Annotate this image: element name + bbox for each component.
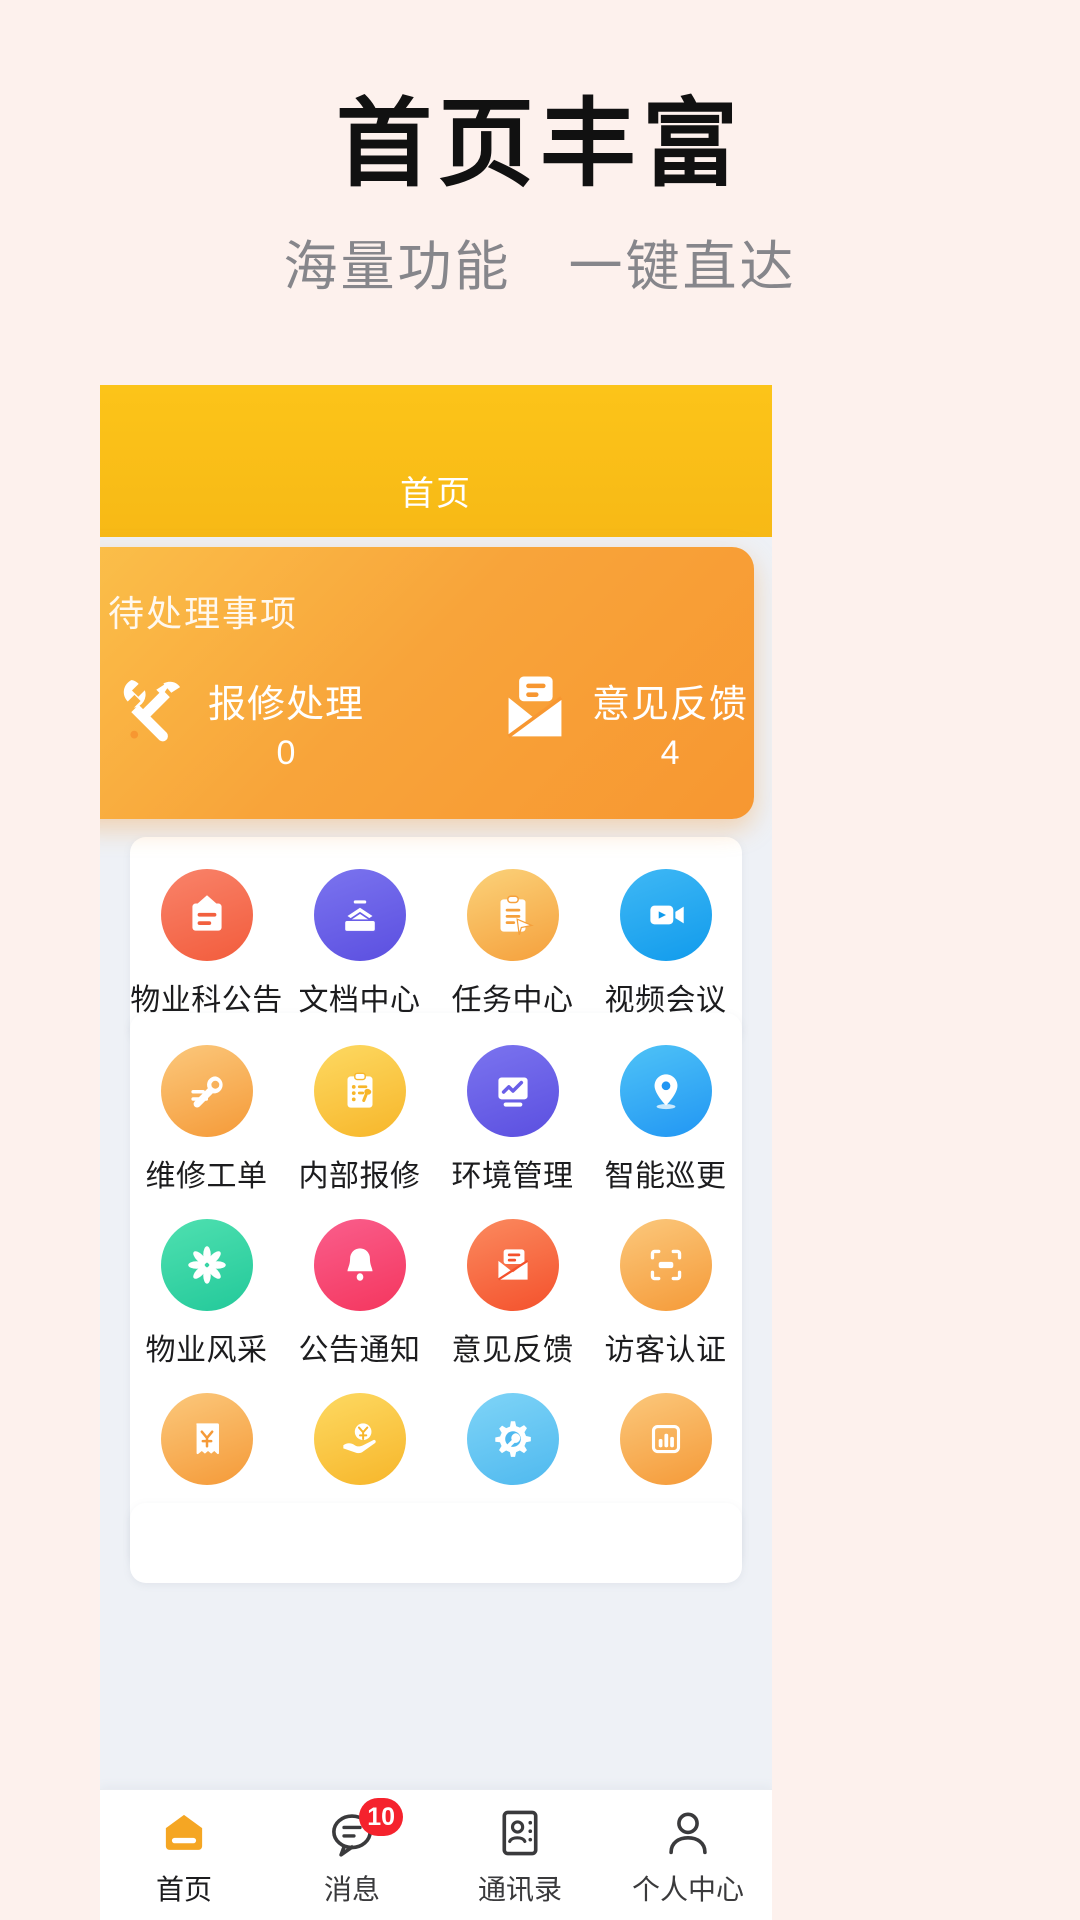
- grid-item-label: 意见反馈: [451, 1334, 574, 1367]
- gear-wrench-icon: [466, 1393, 559, 1485]
- video-camera-icon: [619, 869, 712, 961]
- page-title: 首页丰富: [336, 91, 744, 198]
- tab-contacts[interactable]: 通讯录: [436, 1790, 604, 1920]
- bottom-tab-bar: 首页 10 消息 通讯录 个人中心: [100, 1789, 772, 1920]
- grid-item-feedback[interactable]: 意见反馈: [436, 1205, 589, 1379]
- grid-row: 物业科公告 文档中心 任务中心 视频会议: [130, 855, 742, 1029]
- grid-item-video-meeting[interactable]: 视频会议: [589, 855, 742, 1029]
- location-pin-icon: [619, 1045, 712, 1137]
- app-header: 首页: [100, 385, 772, 537]
- scan-card-icon: [619, 1219, 712, 1311]
- pending-items-card[interactable]: 待处理事项 报修处理 0 意见反馈 4: [100, 547, 754, 819]
- grid-item-documents[interactable]: 文档中心: [283, 855, 436, 1029]
- tab-label: 个人中心: [631, 1873, 744, 1905]
- tab-messages[interactable]: 10 消息: [268, 1790, 436, 1920]
- pending-card-title: 待处理事项: [108, 593, 299, 634]
- clipboard-tool-icon: [313, 1045, 406, 1137]
- tab-label: 通讯录: [477, 1873, 562, 1905]
- document-tray-icon: [313, 869, 406, 961]
- bell-icon: [313, 1219, 406, 1311]
- tab-label: 消息: [323, 1873, 380, 1905]
- pending-item-text: 报修处理 0: [208, 673, 364, 773]
- grid-item-notice[interactable]: 公告通知: [283, 1205, 436, 1379]
- grid-item-patrol[interactable]: 智能巡更: [589, 1031, 742, 1205]
- mail-open-icon: [466, 1219, 559, 1311]
- grid-row: 维修工单 内部报修 环境管理 智能巡更: [130, 1031, 742, 1205]
- hand-coin-icon: [313, 1393, 406, 1485]
- grid-item-label: 内部报修: [298, 1160, 421, 1193]
- grid-item-internal-repair[interactable]: 内部报修: [283, 1031, 436, 1205]
- next-section-card: [130, 1503, 742, 1583]
- wrench-order-icon: [160, 1045, 253, 1137]
- app-header-title: 首页: [400, 475, 472, 513]
- grid-item-announcement[interactable]: 物业科公告: [130, 855, 283, 1029]
- grid-item-label: 公告通知: [298, 1334, 421, 1367]
- phone-mockup: 首页 物业科公告 文档中心 任务中心 视频会议 维修工单 内部报修 环境管理 智…: [100, 385, 772, 1920]
- grid-item-label: 物业风采: [145, 1334, 268, 1367]
- person-icon: [659, 1804, 717, 1862]
- grid-item-label: 智能巡更: [604, 1160, 727, 1193]
- pending-item-text: 意见反馈 4: [592, 673, 748, 773]
- promo-header: 首页丰富 海量功能 一键直达: [0, 0, 1080, 297]
- tab-label: 首页: [155, 1873, 212, 1905]
- tab-home[interactable]: 首页: [100, 1790, 268, 1920]
- pending-item-label: 意见反馈: [592, 684, 749, 726]
- announcement-board-icon: [160, 869, 253, 961]
- message-icon-wrap: 10: [323, 1797, 403, 1862]
- pending-item-count: 0: [276, 734, 296, 772]
- monitor-chart-icon: [466, 1045, 559, 1137]
- grid-row: 物业风采 公告通知 意见反馈 访客认证: [130, 1205, 742, 1379]
- envelope-message-icon: [492, 673, 578, 747]
- wrench-hammer-icon: [108, 673, 194, 747]
- task-clipboard-icon: [466, 869, 559, 961]
- grid-item-label: 环境管理: [451, 1160, 574, 1193]
- tab-profile[interactable]: 个人中心: [604, 1790, 772, 1920]
- grid-item-visitor-auth[interactable]: 访客认证: [589, 1205, 742, 1379]
- pending-item-repair[interactable]: 报修处理 0: [108, 673, 364, 773]
- grid-item-tasks[interactable]: 任务中心: [436, 855, 589, 1029]
- page-subtitle: 海量功能 一键直达: [283, 236, 797, 297]
- pending-item-label: 报修处理: [208, 684, 365, 726]
- grid-item-repair-order[interactable]: 维修工单: [130, 1031, 283, 1205]
- contacts-icon: [491, 1804, 549, 1862]
- function-grid-card: 维修工单 内部报修 环境管理 智能巡更 物业风采 公告通知 意见反馈 访客认证: [130, 1013, 742, 1567]
- flower-icon: [160, 1219, 253, 1311]
- pending-item-feedback[interactable]: 意见反馈 4: [492, 673, 748, 773]
- message-badge: 10: [359, 1797, 403, 1836]
- bill-yuan-icon: [160, 1393, 253, 1485]
- bar-chart-icon: [619, 1393, 712, 1485]
- grid-item-environment[interactable]: 环境管理: [436, 1031, 589, 1205]
- pending-item-count: 4: [660, 734, 680, 772]
- grid-item-label: 访客认证: [604, 1334, 727, 1367]
- grid-item-label: 维修工单: [145, 1160, 268, 1193]
- grid-item-property-style[interactable]: 物业风采: [130, 1205, 283, 1379]
- pending-items-row: 报修处理 0 意见反馈 4: [108, 673, 754, 773]
- home-icon: [155, 1804, 213, 1862]
